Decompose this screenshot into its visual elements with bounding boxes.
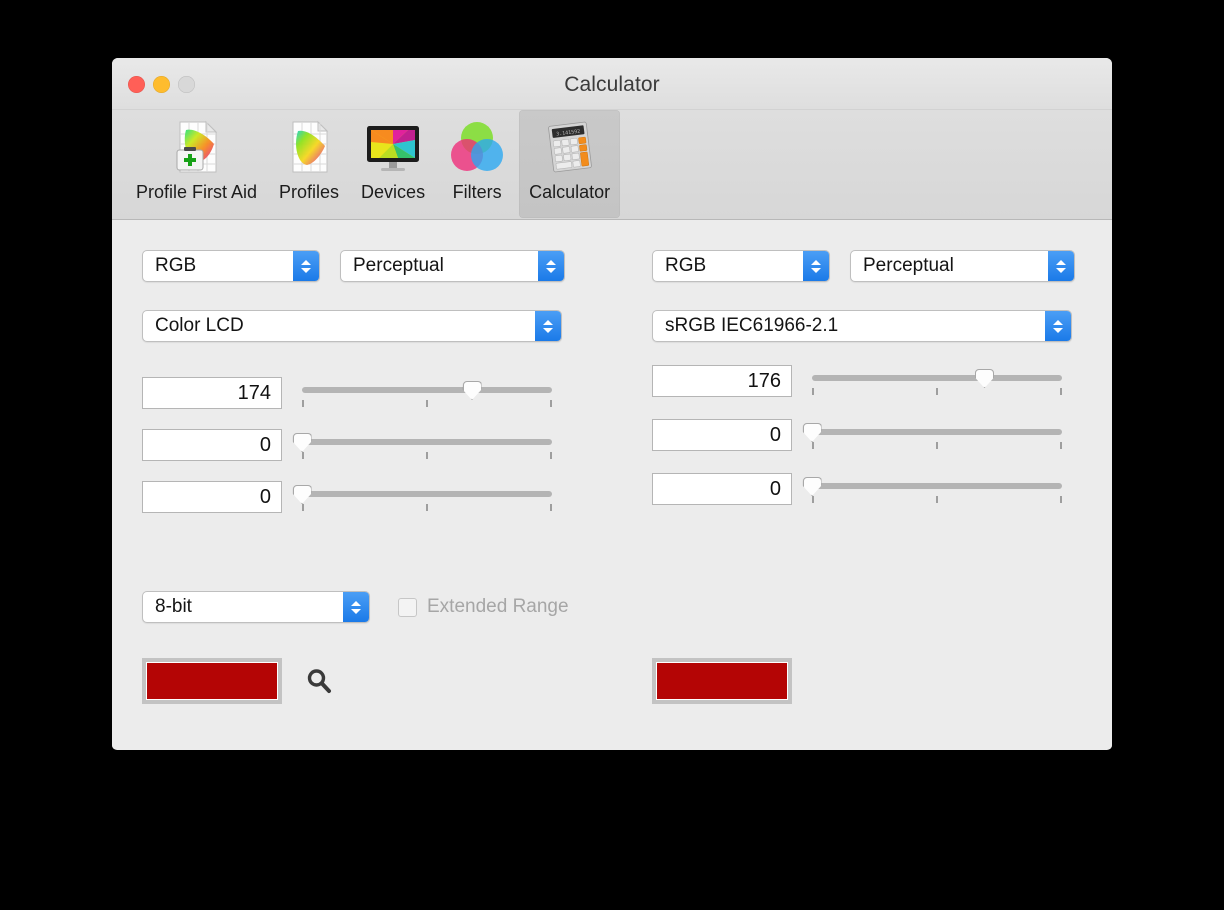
- slider-ticks: [302, 504, 552, 511]
- right-rendering-intent-value: Perceptual: [863, 255, 954, 276]
- chevron-updown-icon: [1045, 311, 1071, 341]
- right-channel-blue-field[interactable]: 0: [652, 473, 792, 505]
- left-color-swatch[interactable]: [142, 658, 282, 704]
- right-channel-green-field[interactable]: 0: [652, 419, 792, 451]
- left-rendering-intent-value: Perceptual: [353, 255, 444, 276]
- left-channel-blue-field[interactable]: 0: [142, 481, 282, 513]
- window-titlebar: Calculator: [112, 58, 1112, 110]
- slider-ticks: [812, 442, 1062, 449]
- left-channel-red-slider[interactable]: [302, 377, 552, 411]
- main-toolbar: Profile First Aid Profiles Devices Filte…: [112, 110, 1112, 220]
- slider-track: [302, 387, 552, 393]
- right-color-swatch[interactable]: [652, 658, 792, 704]
- chevron-updown-icon: [293, 251, 319, 281]
- left-channel-blue-slider[interactable]: [292, 481, 552, 515]
- left-channel-green-field[interactable]: 0: [142, 429, 282, 461]
- left-profile-popup[interactable]: Color LCD: [142, 310, 562, 342]
- calculator-icon: 3.141592: [539, 116, 601, 178]
- colorsync-calculator-window: Calculator Profile First Aid Profiles De…: [112, 58, 1112, 750]
- right-channel-red-field[interactable]: 176: [652, 365, 792, 397]
- left-color-swatch-fill: [147, 663, 277, 699]
- slider-thumb[interactable]: [462, 381, 482, 400]
- slider-track: [302, 491, 552, 497]
- toolbar-item-label: Devices: [361, 182, 426, 202]
- right-channel-green-slider[interactable]: [802, 419, 1062, 453]
- slider-thumb[interactable]: [292, 485, 312, 504]
- magnifier-icon[interactable]: [304, 666, 334, 696]
- chevron-updown-icon: [538, 251, 564, 281]
- extended-range-checkbox-row[interactable]: Extended Range: [398, 596, 569, 618]
- toolbar-item-label: Profile First Aid: [136, 182, 258, 202]
- extended-range-checkbox[interactable]: [398, 597, 417, 617]
- toolbar-item-filters[interactable]: Filters: [435, 110, 519, 218]
- profiles-icon: [278, 116, 340, 178]
- toolbar-item-devices[interactable]: Devices: [351, 110, 435, 218]
- toolbar-item-calculator[interactable]: 3.141592 Calculator: [519, 110, 621, 218]
- right-color-space-value: RGB: [665, 255, 707, 276]
- right-channel-blue-slider[interactable]: [802, 473, 1062, 507]
- left-profile-value: Color LCD: [155, 315, 244, 336]
- slider-thumb[interactable]: [802, 477, 822, 496]
- chevron-updown-icon: [803, 251, 829, 281]
- slider-track: [812, 483, 1062, 489]
- left-rendering-intent-popup[interactable]: Perceptual: [340, 250, 565, 282]
- slider-ticks: [812, 496, 1062, 503]
- profile-first-aid-icon: [166, 116, 228, 178]
- right-profile-popup[interactable]: sRGB IEC61966-2.1: [652, 310, 1072, 342]
- slider-thumb[interactable]: [975, 369, 994, 388]
- right-profile-value: sRGB IEC61966-2.1: [665, 315, 839, 336]
- slider-ticks: [812, 388, 1062, 395]
- right-channel-red-slider[interactable]: [812, 365, 1062, 399]
- calculator-content: RGB Perceptual Color LCD 174 0 0 8-bit E…: [112, 220, 1112, 749]
- slider-track: [302, 439, 552, 445]
- extended-range-label: Extended Range: [427, 596, 569, 617]
- left-color-space-popup[interactable]: RGB: [142, 250, 320, 282]
- toolbar-item-label: Profiles: [279, 182, 340, 202]
- slider-thumb[interactable]: [292, 433, 312, 452]
- slider-ticks: [302, 452, 552, 459]
- toolbar-item-profiles[interactable]: Profiles: [267, 110, 351, 218]
- window-title: Calculator: [564, 73, 660, 96]
- right-color-swatch-fill: [657, 663, 787, 699]
- chevron-updown-icon: [535, 311, 561, 341]
- bit-depth-value: 8-bit: [155, 596, 192, 617]
- toolbar-item-profile-first-aid[interactable]: Profile First Aid: [126, 110, 267, 218]
- slider-track: [812, 429, 1062, 435]
- slider-track: [812, 375, 1062, 381]
- left-color-space-value: RGB: [155, 255, 197, 276]
- chevron-updown-icon: [343, 592, 369, 622]
- chevron-updown-icon: [1048, 251, 1074, 281]
- toolbar-item-label: Filters: [452, 182, 502, 202]
- right-rendering-intent-popup[interactable]: Perceptual: [850, 250, 1075, 282]
- bit-depth-popup[interactable]: 8-bit: [142, 591, 370, 623]
- toolbar-item-label: Calculator: [529, 182, 611, 202]
- right-color-space-popup[interactable]: RGB: [652, 250, 830, 282]
- left-channel-red-field[interactable]: 174: [142, 377, 282, 409]
- devices-icon: [362, 116, 424, 178]
- left-channel-green-slider[interactable]: [292, 429, 552, 463]
- slider-thumb[interactable]: [802, 423, 822, 442]
- slider-ticks: [302, 400, 552, 407]
- filters-icon: [446, 116, 508, 178]
